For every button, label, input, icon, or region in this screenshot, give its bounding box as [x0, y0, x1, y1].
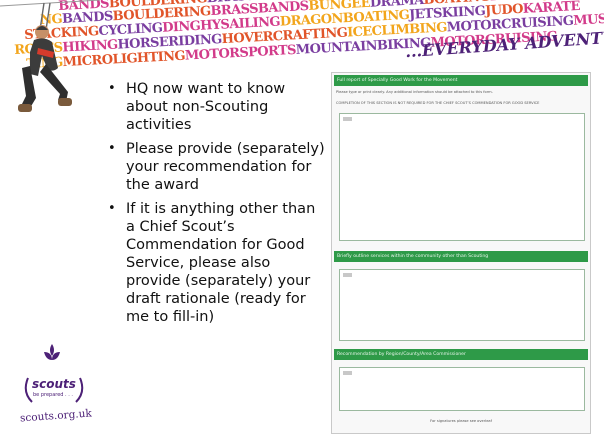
- form-section-header: Briefly outline services within the comm…: [334, 251, 588, 262]
- form-text-box: [339, 367, 585, 411]
- bullet-list: HQ now want to know about non-Scouting a…: [106, 80, 326, 332]
- form-text-box: [339, 269, 585, 341]
- form-text-box: [339, 113, 585, 241]
- scouts-logo-name: scouts: [32, 377, 76, 391]
- banner-word: MUSIC: [572, 11, 604, 29]
- award-form-image: Full report of Specially Good Work for t…: [331, 72, 591, 434]
- bullet-item: Please provide (separately) your recomme…: [106, 140, 326, 194]
- bullet-item: If it is anything other than a Chief Sco…: [106, 200, 326, 326]
- form-footnote: For signatures please see overleaf: [430, 419, 492, 423]
- scouts-logo-motto: be prepared . . .: [33, 392, 74, 398]
- bullet-item: HQ now want to know about non-Scouting a…: [106, 80, 326, 134]
- form-subnote: COMPLETION OF THIS SECTION IS NOT REQUIR…: [336, 101, 540, 105]
- form-section-header: Full report of Specially Good Work for t…: [334, 75, 588, 86]
- form-note: Please type or print clearly. Any additi…: [336, 90, 493, 94]
- zipline-climber-icon: [0, 0, 100, 112]
- form-section-header: Recommendation by Region/County/Area Com…: [334, 349, 588, 360]
